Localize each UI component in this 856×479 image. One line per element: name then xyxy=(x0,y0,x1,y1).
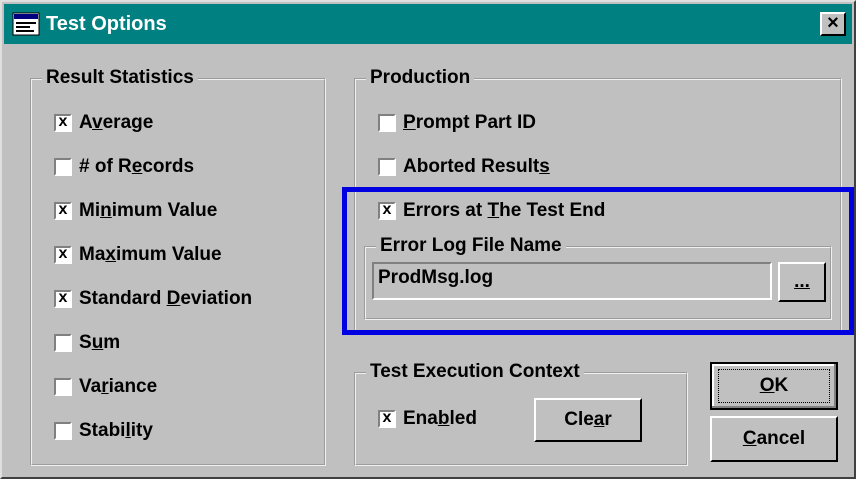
clear-button[interactable]: Clear xyxy=(534,398,642,442)
title-bar[interactable]: Test Options × xyxy=(4,4,852,44)
checkbox-label: # of Records xyxy=(79,156,195,177)
checkbox-box[interactable]: x xyxy=(54,201,72,220)
focus-rectangle xyxy=(718,369,830,403)
checkbox-label: Aborted Results xyxy=(403,156,550,177)
dialog-app-icon xyxy=(12,12,40,36)
window-title: Test Options xyxy=(46,13,167,35)
test-options-dialog: Test Options × Result Statistics x Avera… xyxy=(0,0,856,479)
clear-button-label: Clear xyxy=(564,409,612,430)
checkbox-enabled[interactable]: x Enabled xyxy=(378,406,477,432)
checkbox-aborted-results[interactable]: x Aborted Results xyxy=(378,154,550,180)
checkbox-box[interactable]: x xyxy=(54,245,72,264)
checkbox-minimum-value[interactable]: x Minimum Value xyxy=(54,198,217,224)
checkbox-label: Prompt Part ID xyxy=(403,112,537,133)
checkbox-label: Maximum Value xyxy=(79,244,222,265)
highlight-box xyxy=(342,187,854,335)
result-statistics-legend: Result Statistics xyxy=(42,66,198,90)
test-execution-context-group: Test Execution Context x Enabled Clear xyxy=(354,360,688,466)
ok-button[interactable]: OK xyxy=(710,362,838,410)
checkbox-variance[interactable]: x Variance xyxy=(54,374,157,400)
checkbox-box[interactable]: x xyxy=(378,114,396,132)
production-legend: Production xyxy=(366,66,475,90)
result-statistics-group: Result Statistics x Average x # of Recor… xyxy=(30,66,326,466)
test-execution-context-legend: Test Execution Context xyxy=(366,360,584,384)
checkbox-box[interactable]: x xyxy=(54,158,72,176)
checkbox-prompt-part-id[interactable]: x Prompt Part ID xyxy=(378,110,536,136)
checkbox-stability[interactable]: x Stability xyxy=(54,418,153,444)
checkbox-label: Standard Deviation xyxy=(79,288,253,309)
checkbox-box[interactable]: x xyxy=(378,409,396,428)
checkbox-label: Minimum Value xyxy=(79,200,218,221)
checkbox-label: Variance xyxy=(79,376,158,397)
check-mark-icon: x xyxy=(58,113,68,130)
checkbox-sum[interactable]: x Sum xyxy=(54,330,120,356)
checkbox-average[interactable]: x Average xyxy=(54,110,153,136)
check-mark-icon: x xyxy=(58,289,68,306)
close-button[interactable]: × xyxy=(820,12,846,36)
close-icon: × xyxy=(827,12,839,34)
check-mark-icon: x xyxy=(58,201,68,218)
checkbox-box[interactable]: x xyxy=(54,289,72,308)
checkbox-box[interactable]: x xyxy=(54,422,72,440)
checkbox-standard-deviation[interactable]: x Standard Deviation xyxy=(54,286,252,312)
cancel-button-label: Cancel xyxy=(742,428,806,449)
checkbox-box[interactable]: x xyxy=(54,113,72,132)
checkbox-label: Average xyxy=(79,112,154,133)
checkbox-box[interactable]: x xyxy=(54,378,72,396)
checkbox-box[interactable]: x xyxy=(54,334,72,352)
checkbox-maximum-value[interactable]: x Maximum Value xyxy=(54,242,222,268)
check-mark-icon: x xyxy=(382,409,392,426)
checkbox-box[interactable]: x xyxy=(378,158,396,176)
check-mark-icon: x xyxy=(58,245,68,262)
checkbox-label: Enabled xyxy=(403,408,477,429)
checkbox-records[interactable]: x # of Records xyxy=(54,154,194,180)
checkbox-label: Sum xyxy=(79,332,121,353)
cancel-button[interactable]: Cancel xyxy=(710,416,838,462)
checkbox-label: Stability xyxy=(79,420,153,441)
